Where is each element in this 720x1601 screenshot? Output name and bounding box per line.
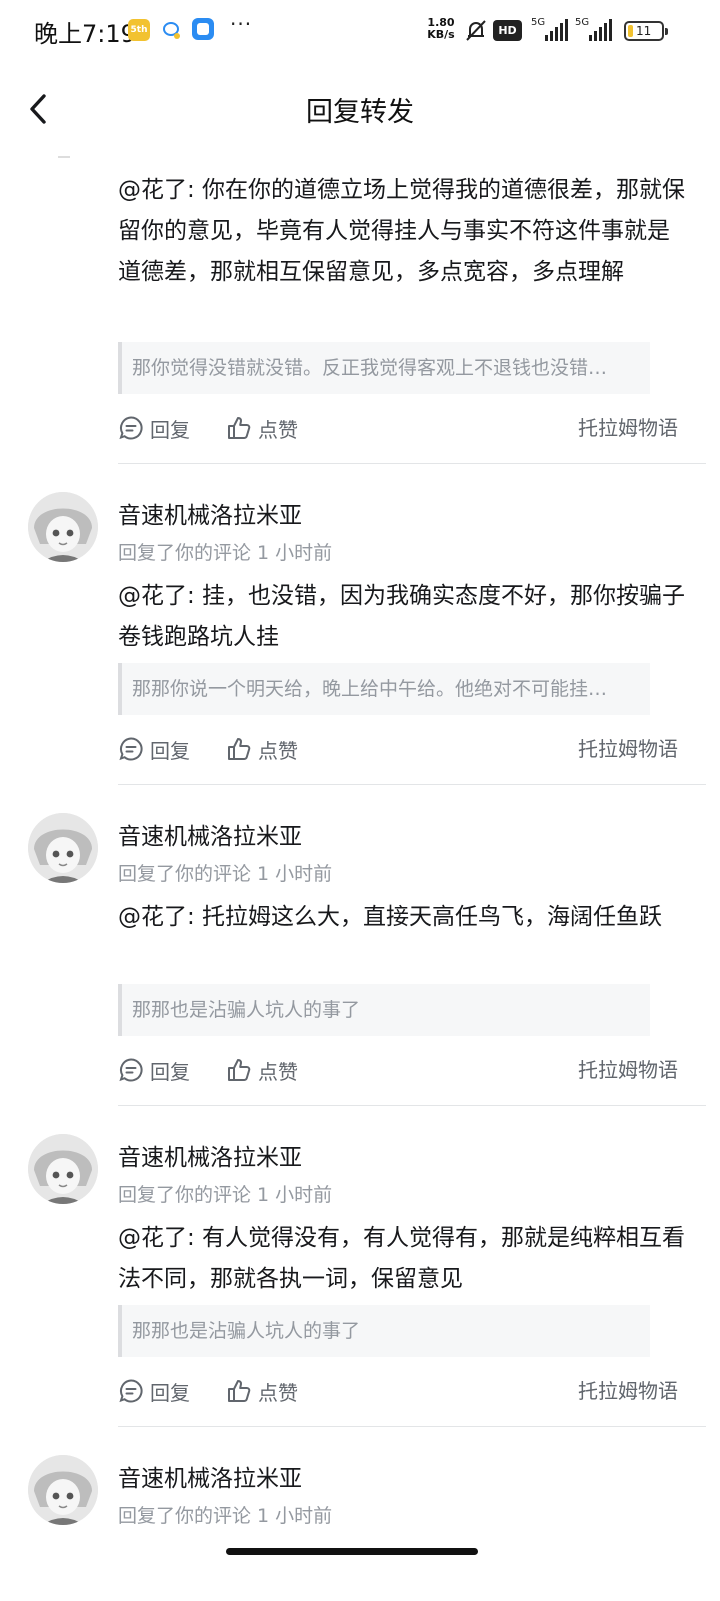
reply-button[interactable]: 回复 <box>118 733 190 765</box>
reply-actions: 回复 点赞 托拉姆物语 <box>118 1375 678 1407</box>
scroll-edge-marker <box>58 156 70 158</box>
reply-button[interactable]: 回复 <box>118 412 190 444</box>
message-app-icon <box>192 18 214 40</box>
comment-bubble-icon <box>119 737 143 761</box>
hd-call-icon: HD <box>493 20 522 41</box>
divider <box>118 1426 706 1427</box>
divider <box>118 1105 706 1106</box>
avatar[interactable] <box>28 813 98 883</box>
quoted-comment[interactable]: 那你觉得没错就没错。反正我觉得客观上不退钱也没错… <box>118 342 650 394</box>
source-game-link[interactable]: 托拉姆物语 <box>578 733 678 765</box>
signal-icon: 5G <box>531 17 575 43</box>
mute-bell-icon <box>466 20 486 41</box>
like-button[interactable]: 点赞 <box>226 1054 298 1086</box>
reply-meta: 回复了你的评论 1 小时前 <box>118 863 333 885</box>
divider <box>118 784 706 785</box>
qq-app-icon <box>163 22 180 39</box>
reply-button[interactable]: 回复 <box>118 1375 190 1407</box>
home-indicator[interactable] <box>226 1548 478 1555</box>
quoted-comment[interactable]: 那那也是沾骗人坑人的事了 <box>118 1305 650 1357</box>
network-speed-unit: KB/s <box>427 28 455 41</box>
like-button[interactable]: 点赞 <box>226 412 298 444</box>
username[interactable]: 音速机械洛拉米亚 <box>118 496 302 530</box>
status-time: 晚上7:19 <box>34 20 136 48</box>
like-label: 点赞 <box>258 738 298 763</box>
source-game-link[interactable]: 托拉姆物语 <box>578 412 678 444</box>
like-label: 点赞 <box>258 1380 298 1405</box>
source-game-link[interactable]: 托拉姆物语 <box>578 1375 678 1407</box>
reply-button[interactable]: 回复 <box>118 1054 190 1086</box>
reply-actions: 回复 点赞 托拉姆物语 <box>118 1054 678 1086</box>
battery-level: 11 <box>636 24 652 38</box>
page-title: 回复转发 <box>306 97 414 128</box>
more-dots-icon: ··· <box>230 12 253 36</box>
top-nav-bar: 回复转发 <box>0 62 720 156</box>
comment-bubble-icon <box>119 1379 143 1403</box>
reply-label: 回复 <box>150 1380 190 1405</box>
status-bar: 晚上7:19 5th ··· 1.80 KB/s HD 5G 5G 11 <box>0 0 720 62</box>
like-button[interactable]: 点赞 <box>226 1375 298 1407</box>
reply-label: 回复 <box>150 417 190 442</box>
avatar[interactable] <box>28 1134 98 1204</box>
like-label: 点赞 <box>258 1059 298 1084</box>
username[interactable]: 音速机械洛拉米亚 <box>118 817 302 851</box>
thumbs-up-icon <box>228 1059 251 1081</box>
username[interactable]: 音速机械洛拉米亚 <box>118 1138 302 1172</box>
thumbs-up-icon <box>228 1380 251 1402</box>
quoted-comment[interactable]: 那那也是沾骗人坑人的事了 <box>118 984 650 1036</box>
reply-content[interactable]: @花了: 托拉姆这么大，直接天高任鸟飞，海阔任鱼跃 <box>118 897 688 938</box>
reply-label: 回复 <box>150 738 190 763</box>
reply-meta: 回复了你的评论 1 小时前 <box>118 542 333 564</box>
battery-icon: 11 <box>624 21 668 41</box>
quoted-comment[interactable]: 那那你说一个明天给，晚上给中午给。他绝对不可能挂… <box>118 663 650 715</box>
avatar[interactable] <box>28 1455 98 1525</box>
thumbs-up-icon <box>228 417 251 439</box>
signal-icon: 5G <box>575 17 619 43</box>
like-button[interactable]: 点赞 <box>226 733 298 765</box>
like-label: 点赞 <box>258 417 298 442</box>
reply-content[interactable]: @花了: 有人觉得没有，有人觉得有，那就是纯粹相互看法不同，那就各执一词，保留意… <box>118 1218 688 1300</box>
reply-label: 回复 <box>150 1059 190 1084</box>
comment-bubble-icon <box>119 416 143 440</box>
avatar[interactable] <box>28 492 98 562</box>
thumbs-up-icon <box>228 738 251 760</box>
reply-content[interactable]: @花了: 挂，也没错，因为我确实态度不好，那你按骗子卷钱跑路坑人挂 <box>118 576 688 658</box>
comment-bubble-icon <box>119 1058 143 1082</box>
bilibili-app-icon: 5th <box>128 19 150 41</box>
reply-meta: 回复了你的评论 1 小时前 <box>118 1505 333 1527</box>
username[interactable]: 音速机械洛拉米亚 <box>118 1459 302 1493</box>
reply-content[interactable]: @花了: 你在你的道德立场上觉得我的道德很差，那就保留你的意见，毕竟有人觉得挂人… <box>118 170 688 293</box>
network-speed: 1.80 KB/s <box>424 17 458 41</box>
reply-actions: 回复 点赞 托拉姆物语 <box>118 733 678 765</box>
divider <box>118 463 706 464</box>
source-game-link[interactable]: 托拉姆物语 <box>578 1054 678 1086</box>
reply-actions: 回复 点赞 托拉姆物语 <box>118 412 678 444</box>
reply-meta: 回复了你的评论 1 小时前 <box>118 1184 333 1206</box>
